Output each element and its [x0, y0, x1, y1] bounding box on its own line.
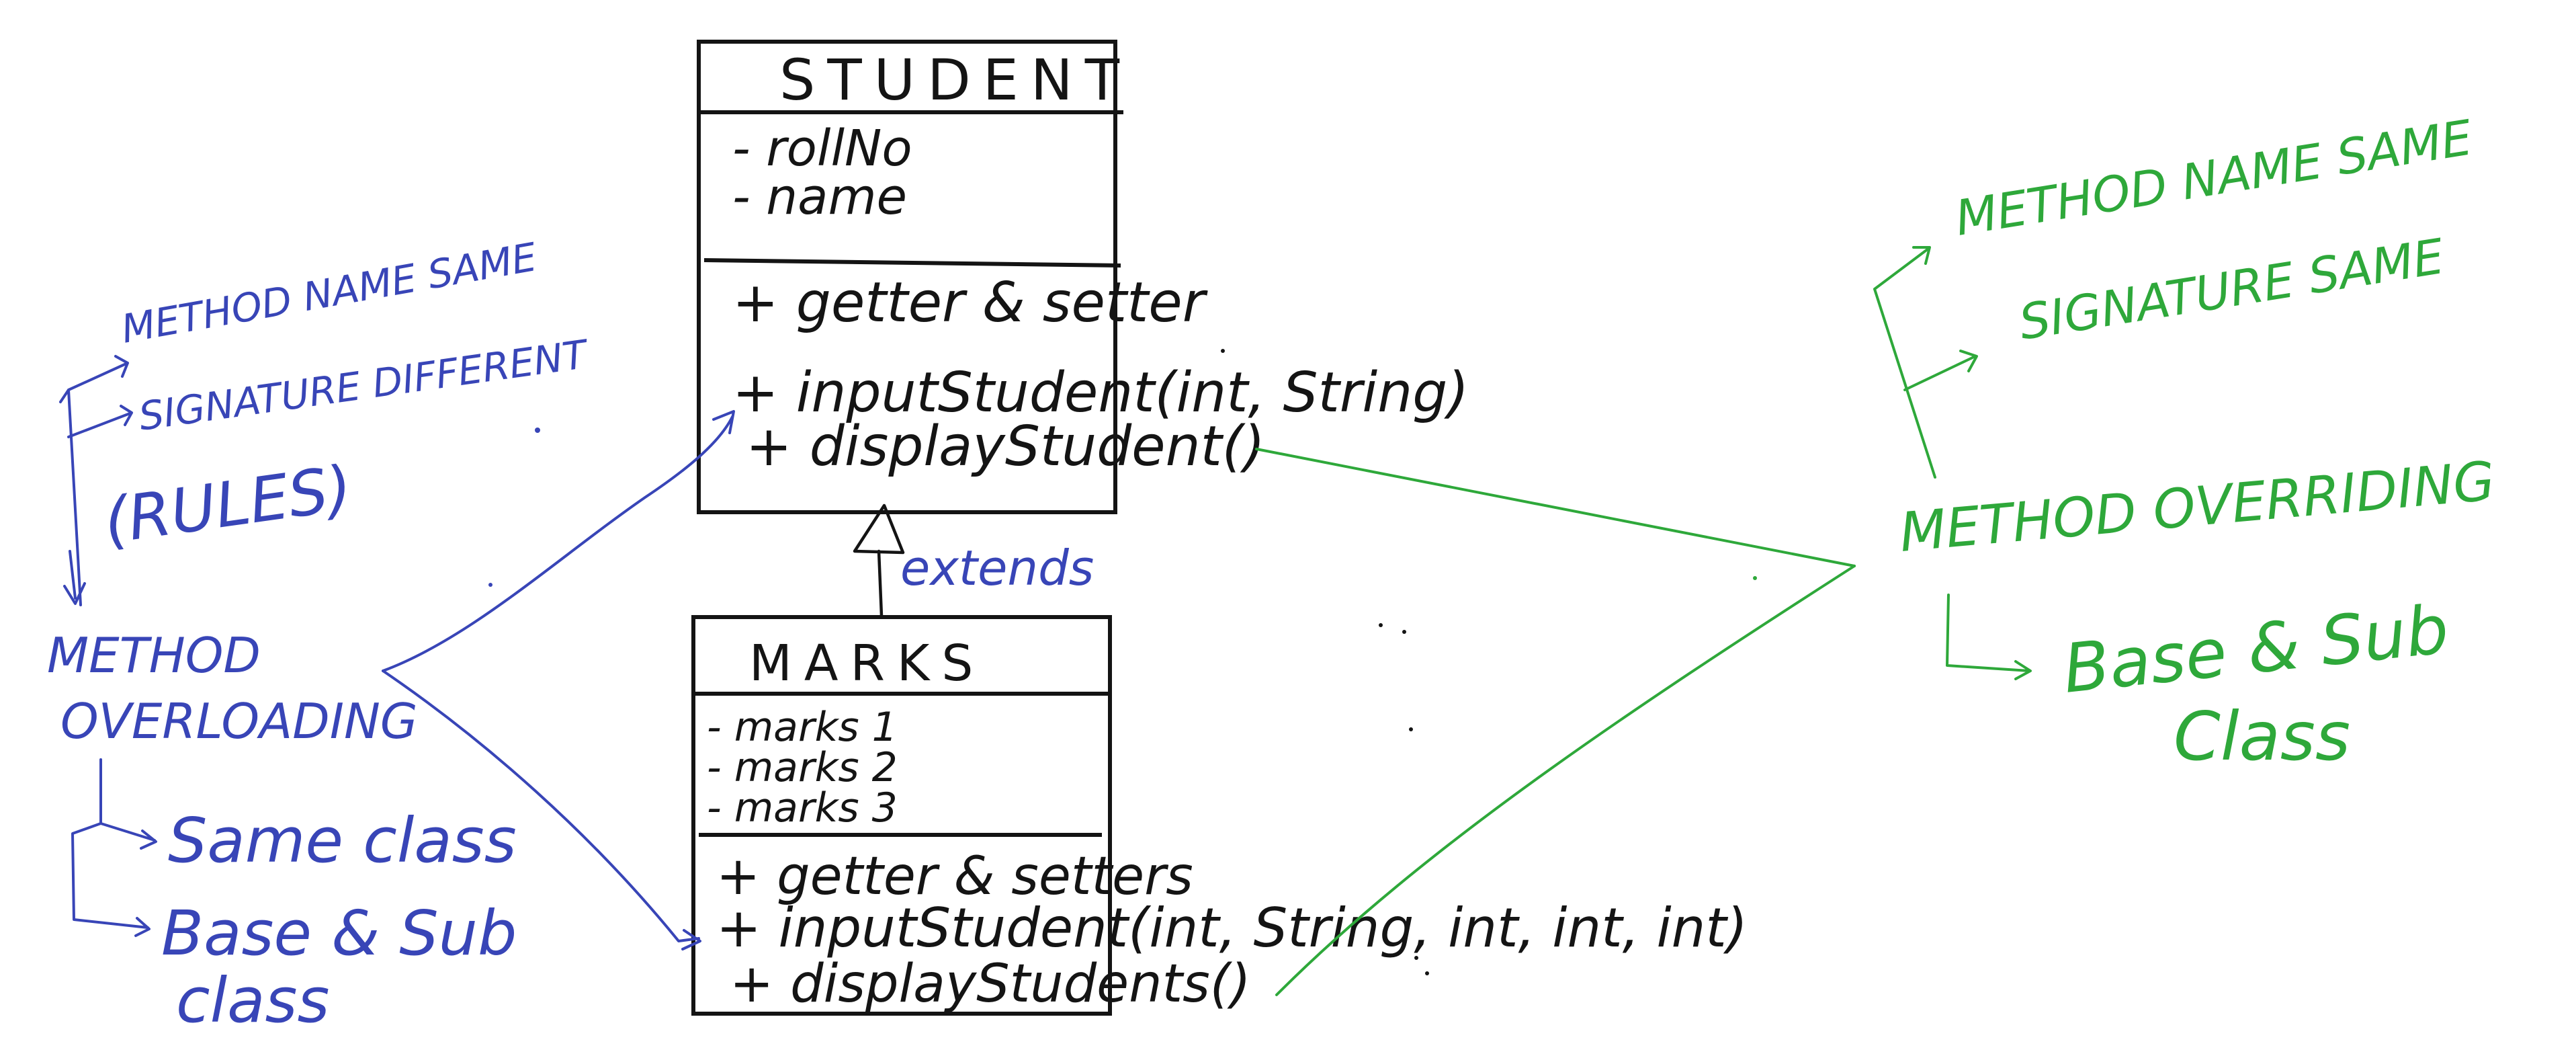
overloading-scope-base-sub: Base & Sub — [161, 897, 517, 969]
overloading-rules-label: (RULES) — [99, 452, 356, 558]
marks-attr-3: - marks 3 — [707, 784, 898, 832]
overriding-rule-signature-same: SIGNATURE SAME — [2016, 228, 2448, 351]
marks-class: MARKS - marks 1 - marks 2 - marks 3 + ge… — [691, 615, 1748, 1016]
overloading-scope-bracket-2 — [71, 822, 151, 937]
inheritance-arrow: extends — [853, 503, 1094, 618]
overloading-title-line1: METHOD — [47, 627, 261, 684]
marks-method-display: + displayStudents() — [730, 954, 1251, 1014]
overriding-scope-line2: Class — [2174, 697, 2350, 776]
overriding-rule-bracket — [1873, 246, 1936, 479]
marks-class-title: MARKS — [749, 635, 985, 692]
overloading-scope-same-class: Same class — [168, 805, 517, 877]
overriding-scope-bracket — [1946, 594, 2032, 680]
extends-label: extends — [900, 540, 1094, 596]
overriding-title: METHOD OVERRIDING — [1897, 450, 2497, 564]
overloading-notes: METHOD NAME SAME SIGNATURE DIFFERENT (RU… — [47, 234, 735, 1037]
overriding-rule-name-same: METHOD NAME SAME — [1952, 109, 2477, 247]
overloading-scope-class: class — [176, 965, 329, 1037]
student-class: STUDENT - rollNo - name + getter & sette… — [697, 40, 1469, 514]
student-attr-divider — [703, 258, 1121, 268]
overloading-rule-arrow-2 — [67, 405, 133, 438]
overloading-title-line2: OVERLOADING — [60, 693, 418, 749]
diagram-canvas: STUDENT - rollNo - name + getter & sette… — [47, 40, 2497, 1037]
overloading-scope-bracket — [99, 758, 157, 850]
overloading-down-arrow — [63, 550, 86, 605]
overloading-rule-signature-different: SIGNATURE DIFFERENT — [136, 331, 592, 439]
overloading-link-student — [382, 410, 735, 672]
student-method-getter-setter: + getter & setter — [732, 271, 1208, 335]
inheritance-line — [877, 549, 884, 618]
student-attr-name: - name — [732, 168, 907, 226]
student-class-title: STUDENT — [779, 47, 1131, 113]
overloading-rule-name-same: METHOD NAME SAME — [118, 234, 540, 352]
overriding-rule-arrow-2 — [1903, 350, 1978, 391]
overriding-notes: METHOD NAME SAME SIGNATURE SAME METHOD O… — [1255, 109, 2497, 996]
overriding-link-student — [1255, 448, 1856, 567]
marks-method-input: + inputStudent(int, String, int, int, in… — [716, 897, 1748, 959]
overriding-scope-line1: Base & Sub — [2059, 590, 2452, 708]
student-method-display: + displayStudent() — [746, 415, 1265, 479]
